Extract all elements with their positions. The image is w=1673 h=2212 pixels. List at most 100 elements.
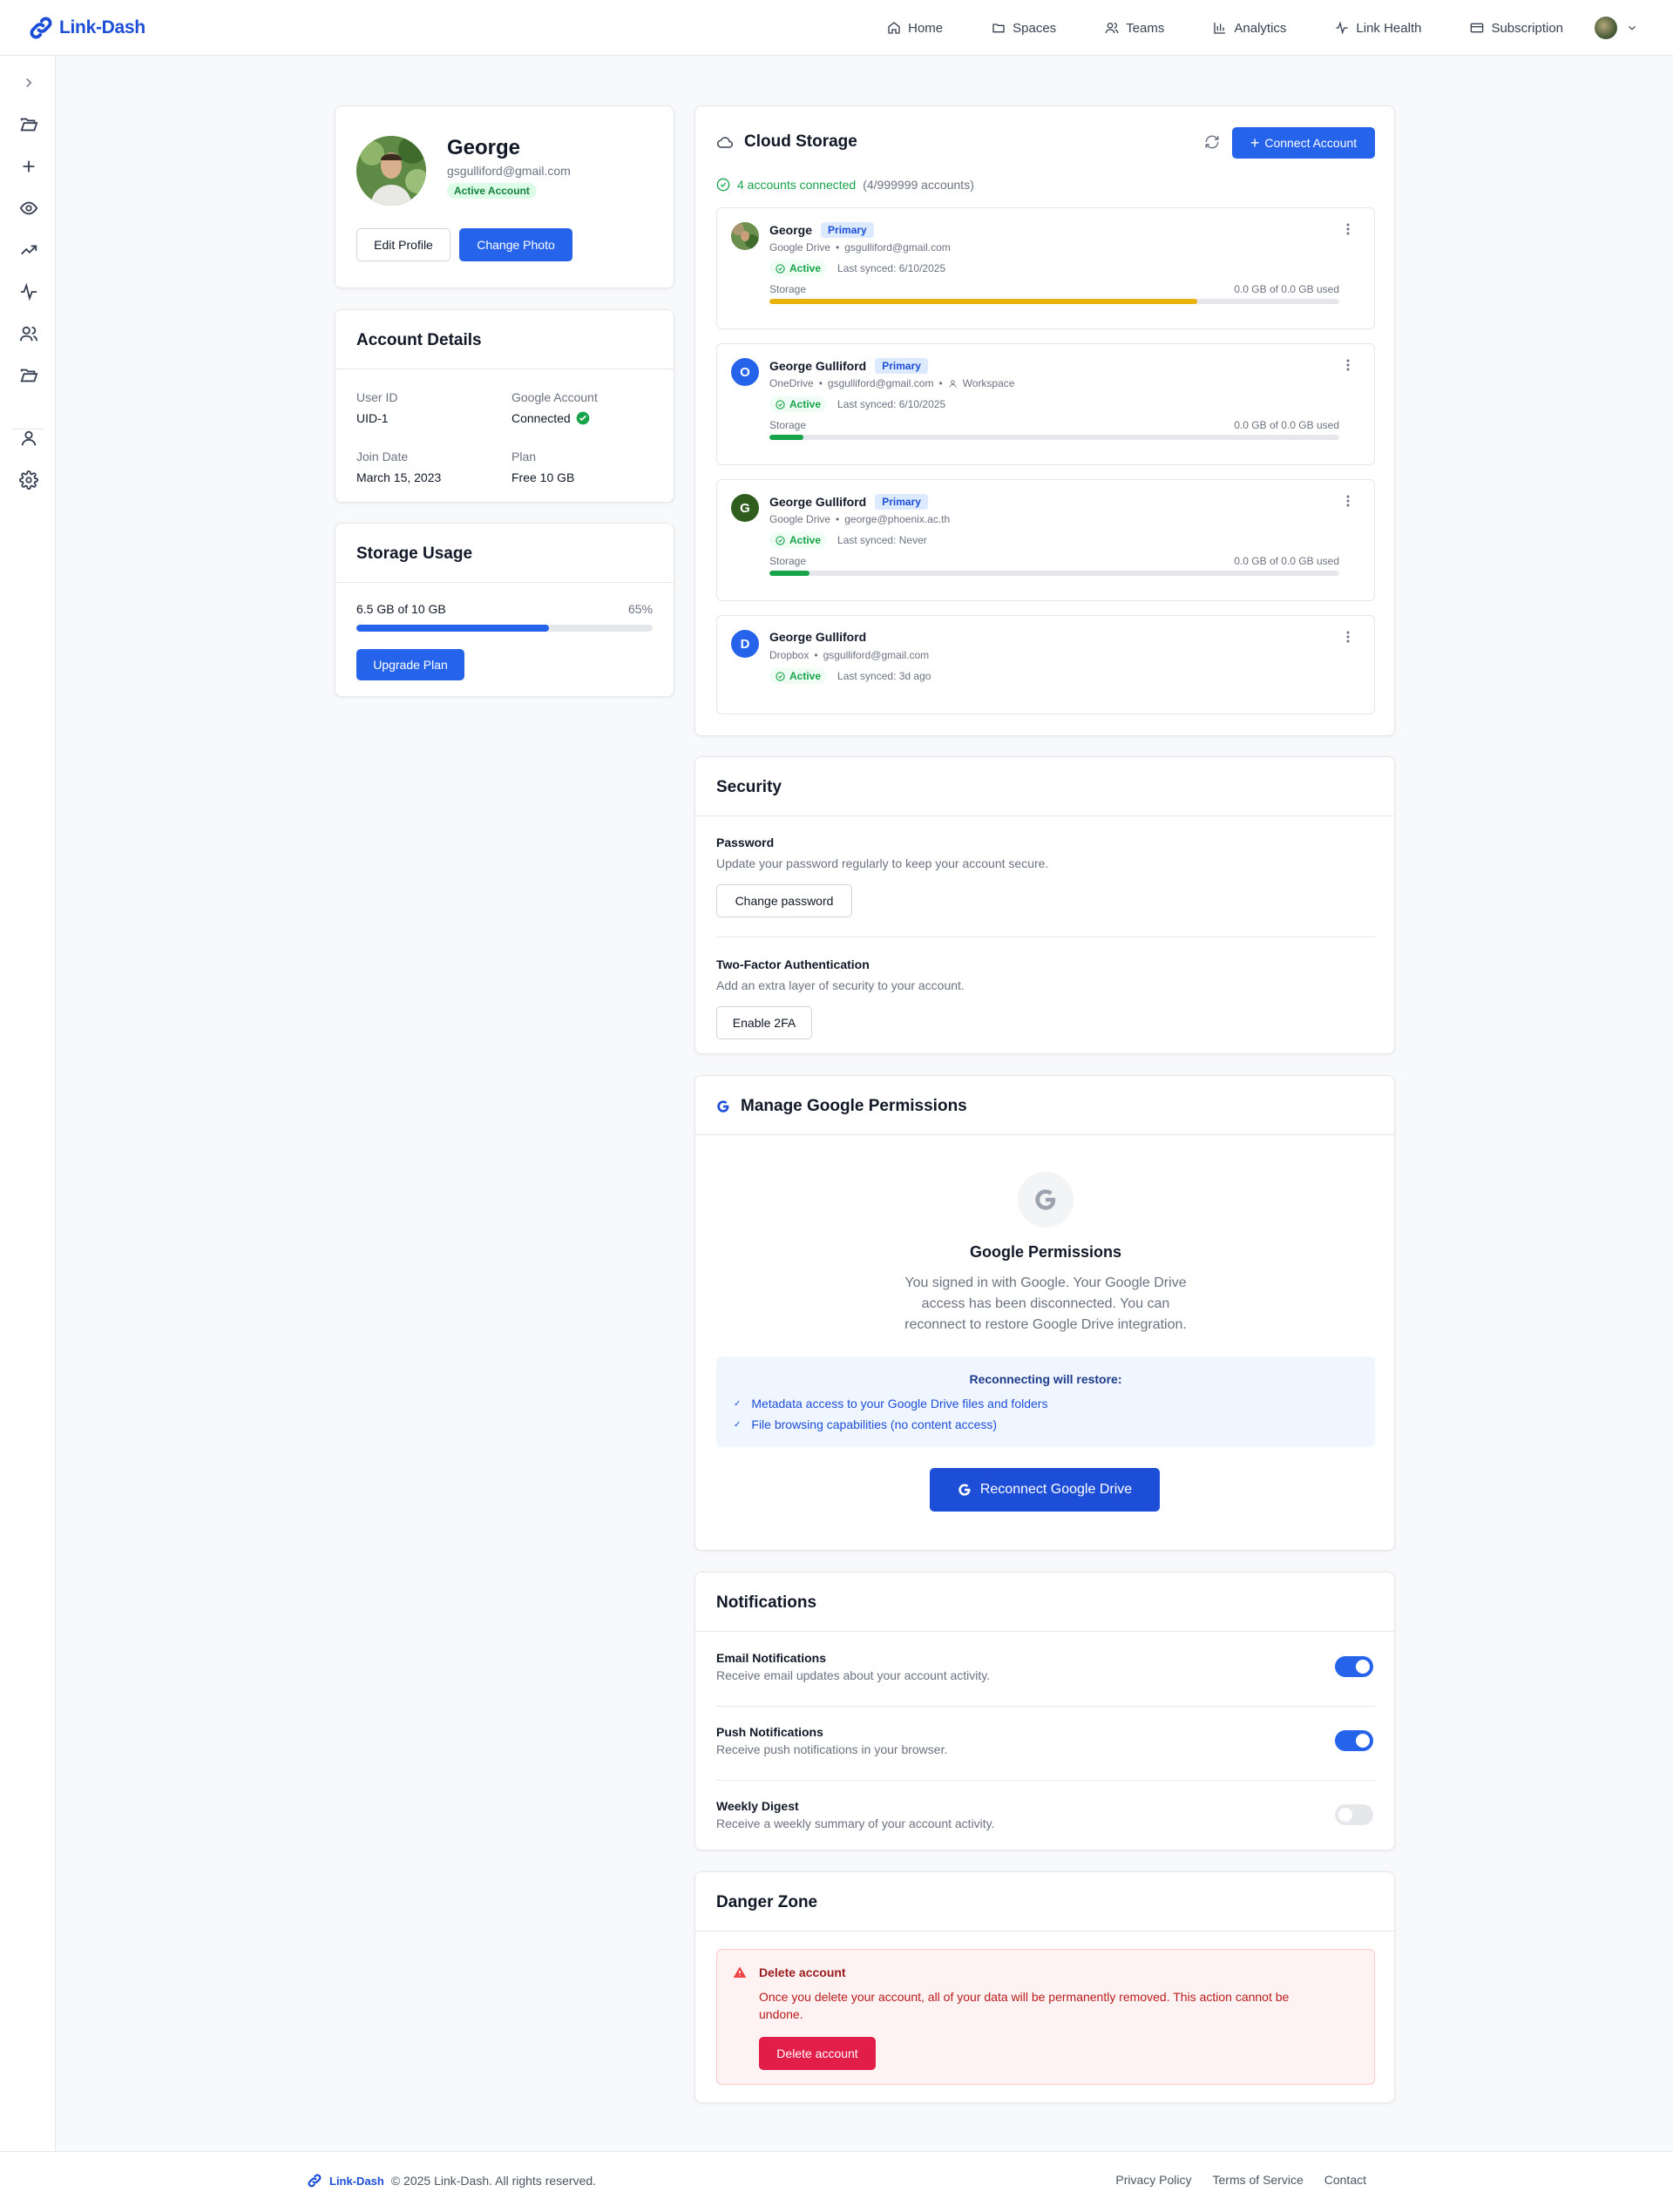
join-date-label: Join Date	[356, 450, 409, 463]
sidebar-item-folders[interactable]	[19, 115, 38, 134]
storage-progress-fill	[356, 625, 549, 632]
push-notifications-toggle[interactable]	[1335, 1730, 1373, 1751]
connected-count: 4 accounts connected	[737, 178, 857, 192]
cloud-account-item[interactable]: D George Gulliford Dropbox • gsgulliford@g…	[716, 615, 1375, 714]
last-synced: Last synced: Never	[837, 534, 927, 546]
terms-link[interactable]: Terms of Service	[1213, 2173, 1304, 2187]
google-permissions-heading: Google Permissions	[969, 1243, 1122, 1261]
password-desc: Update your password regularly to keep y…	[716, 856, 1049, 870]
account-details-title: Account Details	[356, 331, 482, 349]
main-nav: Home Spaces Teams Analytics Link Health …	[863, 0, 1638, 56]
enable-2fa-button[interactable]: Enable 2FA	[716, 1006, 812, 1039]
app-name: Link-Dash	[59, 17, 146, 37]
app-logo[interactable]: Link-Dash	[28, 15, 146, 41]
privacy-policy-link[interactable]: Privacy Policy	[1115, 2173, 1191, 2187]
security-card: Security Password Update your password r…	[694, 756, 1395, 1054]
contact-link[interactable]: Contact	[1324, 2173, 1366, 2187]
sidebar-item-health[interactable]	[19, 282, 38, 301]
password-title: Password	[716, 835, 775, 849]
user-menu[interactable]	[1588, 17, 1638, 39]
separator-dot: •	[938, 377, 943, 389]
sidebar-item-profile[interactable]	[19, 429, 38, 448]
user-id-label: User ID	[356, 390, 398, 404]
chevron-down-icon	[1629, 25, 1636, 30]
folder-open-icon	[20, 118, 38, 132]
connect-account-button[interactable]: + Connect Account	[1232, 127, 1375, 159]
sidebar-item-add[interactable]	[19, 157, 38, 176]
account-limit: (4/999999 accounts)	[863, 178, 974, 192]
user-icon	[949, 379, 957, 388]
account-provider-name: Google Drive	[769, 513, 831, 525]
sidebar	[0, 56, 56, 2151]
status-label: Active	[789, 670, 822, 682]
status-label: Active	[789, 262, 822, 274]
account-storage-bar	[769, 299, 1339, 304]
separator-dot: •	[836, 241, 840, 254]
restore-info-box: Reconnecting will restore: ✓ Metadata ac…	[716, 1356, 1375, 1447]
upgrade-plan-button[interactable]: Upgrade Plan	[356, 649, 464, 680]
folder-icon	[992, 24, 1005, 33]
more-options-button[interactable]	[1341, 220, 1355, 238]
sidebar-item-teams[interactable]	[19, 324, 38, 343]
more-vertical-icon	[1346, 631, 1350, 643]
cloud-account-item[interactable]: G George Gulliford Primary Google Drive •…	[716, 479, 1375, 601]
cloud-icon	[716, 137, 733, 148]
sidebar-item-spaces[interactable]	[19, 366, 38, 385]
nav-link-health-label: Link Health	[1356, 20, 1422, 36]
cloud-account-item[interactable]: George Primary Google Drive • gsgulliford@…	[716, 207, 1375, 329]
separator-dot: •	[836, 513, 840, 525]
desc-line: You signed in with Google. Your Google D…	[904, 1275, 1187, 1290]
avatar	[1595, 17, 1617, 39]
account-name-text: George	[769, 223, 813, 237]
delete-account-button[interactable]: Delete account	[759, 2037, 876, 2070]
change-photo-button[interactable]: Change Photo	[459, 228, 572, 261]
restore-title: Reconnecting will restore:	[969, 1372, 1122, 1386]
last-synced: Last synced: 3d ago	[837, 670, 931, 682]
cloud-account-item[interactable]: O George Gulliford Primary OneDrive • gsgu…	[716, 343, 1375, 465]
storage-usage-header: Storage Usage	[335, 524, 674, 583]
nav-analytics[interactable]: Analytics	[1189, 0, 1311, 56]
sidebar-item-view[interactable]	[19, 199, 38, 218]
desc-line: access has been disconnected. You can	[921, 1296, 1170, 1311]
settings-icon	[19, 470, 38, 490]
account-provider-name: OneDrive	[769, 377, 814, 389]
profile-avatar[interactable]	[356, 136, 426, 206]
cloud-storage-card: Cloud Storage + Connect Account 4 accoun…	[694, 105, 1395, 736]
nav-subscription[interactable]: Subscription	[1446, 0, 1588, 56]
nav-link-health[interactable]: Link Health	[1311, 0, 1446, 56]
account-workspace: Workspace	[962, 377, 1015, 389]
sidebar-item-trends[interactable]	[19, 240, 38, 260]
folder-open-icon	[20, 369, 38, 382]
reconnect-google-drive-button[interactable]: Reconnect Google Drive	[930, 1468, 1160, 1512]
nav-spaces-label: Spaces	[1013, 20, 1057, 36]
email-notifications-toggle[interactable]	[1335, 1656, 1373, 1677]
account-name: George Gulliford	[769, 630, 866, 644]
primary-badge: Primary	[821, 222, 874, 238]
status-label: Active	[789, 398, 822, 410]
google-icon	[958, 1484, 971, 1496]
status-badge: Active	[769, 260, 828, 276]
activity-icon	[1336, 21, 1349, 35]
nav-home[interactable]: Home	[863, 0, 967, 56]
storage-percent-text: 65%	[627, 602, 653, 616]
footer-logo-text[interactable]: Link-Dash	[329, 2175, 384, 2188]
nav-teams[interactable]: Teams	[1080, 0, 1189, 56]
sidebar-item-settings[interactable]	[19, 470, 38, 490]
account-name-text: George Gulliford	[769, 495, 867, 509]
weekly-digest-toggle[interactable]	[1335, 1804, 1373, 1825]
check-circle-icon	[776, 263, 785, 274]
more-vertical-icon	[1346, 495, 1350, 507]
danger-zone-card: Danger Zone Delete account Once you dele…	[694, 1871, 1395, 2103]
change-password-button[interactable]: Change password	[716, 884, 852, 917]
more-options-button[interactable]	[1341, 492, 1355, 510]
edit-profile-button[interactable]: Edit Profile	[356, 228, 450, 261]
more-options-button[interactable]	[1341, 356, 1355, 374]
more-options-button[interactable]	[1341, 628, 1355, 646]
plan-label: Plan	[511, 450, 537, 463]
sidebar-expand-button[interactable]	[19, 73, 38, 92]
refresh-button[interactable]	[1204, 134, 1220, 150]
divider	[716, 1780, 1375, 1781]
nav-spaces[interactable]: Spaces	[967, 0, 1080, 56]
desc-line: reconnect to restore Google Drive integr…	[904, 1317, 1187, 1332]
eye-icon	[19, 201, 38, 215]
